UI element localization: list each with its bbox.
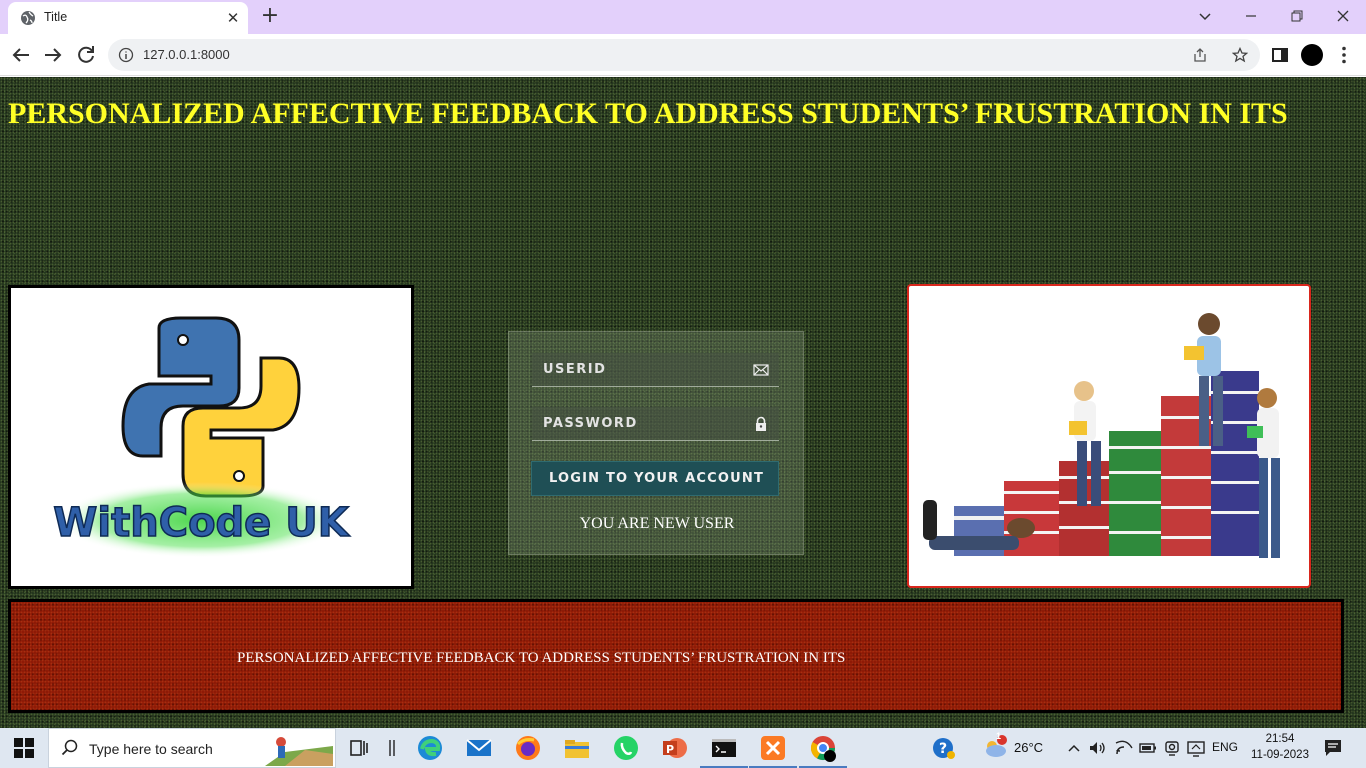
help-icon[interactable]: ? (932, 736, 956, 760)
userid-field-wrapper (532, 353, 779, 387)
firefox-icon[interactable] (514, 734, 542, 762)
share-icon[interactable] (1192, 47, 1208, 63)
language-indicator[interactable]: ENG (1212, 740, 1238, 754)
login-button[interactable]: LOGIN TO YOUR ACCOUNT (531, 461, 779, 496)
close-window-button[interactable] (1320, 2, 1366, 30)
new-tab-button[interactable]: + (258, 5, 282, 29)
python-logo-image: WithCode UK (8, 285, 414, 589)
edge-browser-icon[interactable] (416, 734, 444, 762)
userid-input[interactable] (532, 353, 747, 386)
display-icon[interactable] (1186, 738, 1206, 758)
search-placeholder: Type here to search (89, 741, 213, 757)
volume-icon[interactable] (1088, 738, 1108, 758)
browser-toolbar: 127.0.0.1:8000 (0, 34, 1366, 76)
whatsapp-icon[interactable] (612, 734, 640, 762)
notifications-icon[interactable] (1322, 737, 1344, 759)
windows-start-icon[interactable] (14, 738, 34, 758)
chrome-icon[interactable] (809, 734, 837, 762)
students-books-image (907, 284, 1311, 588)
footer-band: PERSONALIZED AFFECTIVE FEEDBACK TO ADDRE… (8, 599, 1344, 713)
tab-title: Title (44, 10, 68, 24)
chevron-up-icon[interactable] (1066, 740, 1082, 756)
close-tab-icon[interactable]: ✕ (224, 9, 242, 27)
envelope-icon (753, 364, 769, 376)
camera-privacy-icon[interactable] (1162, 738, 1182, 758)
new-user-link[interactable]: YOU ARE NEW USER (509, 515, 805, 533)
password-input[interactable] (532, 407, 747, 440)
xampp-icon[interactable] (759, 734, 787, 762)
globe-icon (21, 11, 35, 25)
clock[interactable]: 21:54 11-09-2023 (1250, 731, 1310, 763)
login-panel: LOGIN TO YOUR ACCOUNT YOU ARE NEW USER (508, 331, 804, 555)
url-text: 127.0.0.1:8000 (143, 47, 230, 62)
profile-avatar-icon[interactable] (1300, 43, 1324, 67)
page-title: PERSONALIZED AFFECTIVE FEEDBACK TO ADDRE… (8, 97, 1288, 130)
reload-icon[interactable] (74, 43, 98, 67)
task-view-icon[interactable] (346, 734, 374, 762)
clock-date: 11-09-2023 (1251, 749, 1309, 761)
side-panel-icon[interactable] (1268, 43, 1292, 67)
wifi-icon[interactable] (1114, 738, 1134, 758)
svg-text:P: P (666, 743, 674, 756)
password-field-wrapper (532, 407, 779, 441)
lock-icon (756, 416, 766, 431)
page-body: PERSONALIZED AFFECTIVE FEEDBACK TO ADDRE… (0, 77, 1366, 728)
weather-cloud-icon[interactable] (982, 734, 1008, 760)
search-icon (61, 739, 78, 756)
clock-time: 21:54 (1265, 733, 1295, 745)
restore-button[interactable] (1274, 2, 1320, 30)
minimize-button[interactable] (1228, 2, 1274, 30)
close-icon (1337, 10, 1349, 22)
browser-tab-strip: Title ✕ + (0, 0, 1366, 34)
chevron-down-icon (1199, 13, 1211, 21)
minimize-icon (1246, 15, 1256, 17)
weather-badge-count: 1 (996, 731, 1002, 741)
file-explorer-icon[interactable] (563, 734, 591, 762)
taskbar-search-box[interactable]: Type here to search (48, 728, 336, 768)
svg-text:?: ? (939, 741, 947, 757)
site-info-icon[interactable] (118, 47, 134, 63)
search-highlight-icon (265, 737, 333, 766)
powerpoint-icon[interactable]: P (660, 734, 688, 762)
tab-search-button[interactable] (1182, 2, 1228, 30)
footer-text: PERSONALIZED AFFECTIVE FEEDBACK TO ADDRE… (237, 650, 846, 666)
more-menu-icon[interactable] (1332, 43, 1356, 67)
forward-arrow-icon[interactable] (41, 43, 65, 67)
bookmark-star-icon[interactable] (1232, 47, 1248, 63)
terminal-icon[interactable] (710, 734, 738, 762)
python-logo-icon: WithCode UK (53, 316, 351, 558)
address-bar[interactable]: 127.0.0.1:8000 (108, 39, 1260, 71)
browser-tab[interactable]: Title ✕ (8, 2, 248, 34)
mail-icon[interactable] (465, 734, 493, 762)
battery-icon[interactable] (1138, 738, 1158, 758)
back-arrow-icon[interactable] (9, 43, 33, 67)
weather-temperature[interactable]: 26°C (1014, 740, 1043, 755)
logo-caption: WithCode UK (53, 500, 350, 546)
students-books-illustration (923, 313, 1280, 558)
windows-taskbar: Type here to search P ? 1 26°C ENG 21:54… (0, 728, 1366, 768)
restore-icon (1291, 10, 1303, 22)
widgets-divider-icon[interactable] (378, 734, 406, 762)
